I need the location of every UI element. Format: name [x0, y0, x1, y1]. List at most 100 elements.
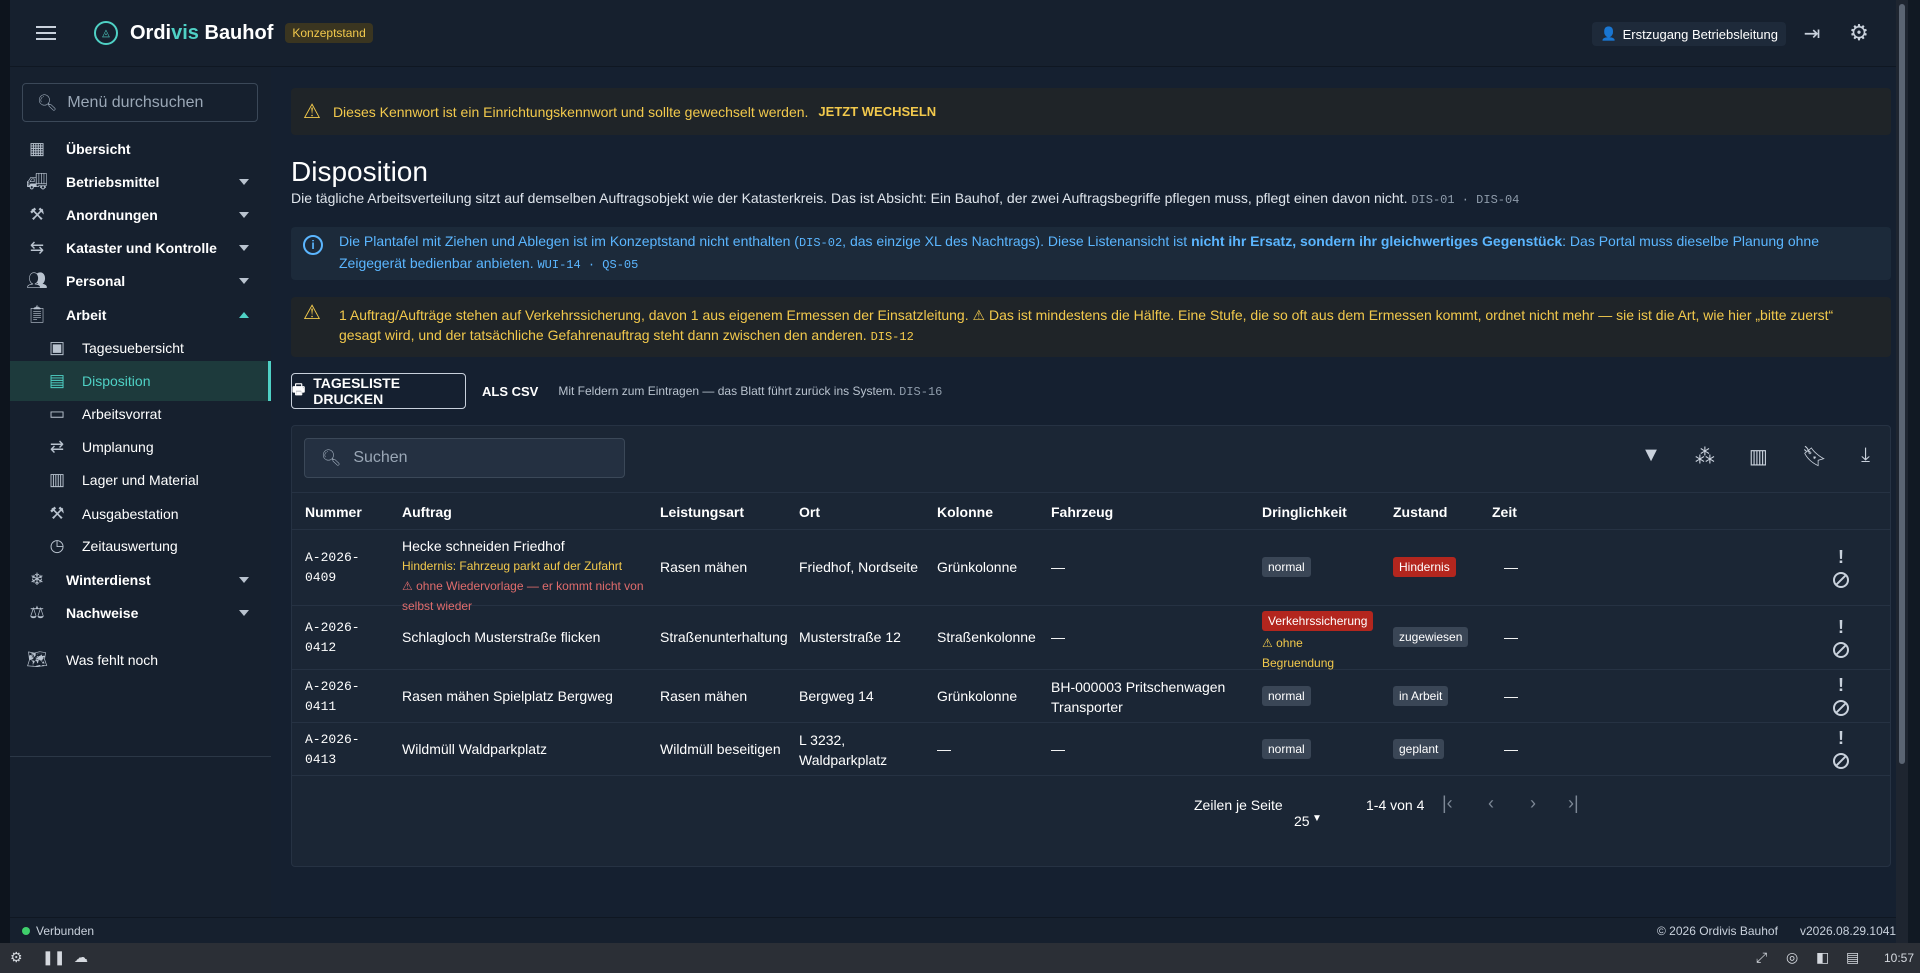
block-icon[interactable] — [1833, 642, 1849, 658]
time: — — [1504, 741, 1518, 757]
traffic-safety-warning: ⚠ 1 Auftrag/Aufträge stehen auf Verkehrs… — [291, 297, 1891, 357]
column-header[interactable]: Fahrzeug — [1051, 504, 1113, 520]
clock-icon: ◷ — [49, 536, 65, 555]
cloud-icon[interactable]: ☁ — [74, 949, 88, 966]
location: Bergweg 14 — [799, 688, 874, 704]
block-icon[interactable] — [1833, 572, 1849, 588]
app-window: ◬ Ordivis Bauhof Konzeptstand 👤 Erstzugan… — [10, 0, 1908, 943]
column-header[interactable]: Zustand — [1393, 504, 1447, 520]
password-warning-banner: ⚠ Dieses Kennwort ist ein Einrichtungske… — [291, 88, 1891, 135]
rows-per-page-label: Zeilen je Seite — [1194, 797, 1283, 813]
clipboard-icon[interactable]: ▤ — [1846, 949, 1859, 966]
service-type: Rasen mähen — [660, 559, 748, 575]
crew: Grünkolonne — [937, 688, 1018, 704]
action-bar: 🖶 TAGESLISTE DRUCKEN ALS CSV Mit Feldern … — [291, 373, 942, 409]
row-actions: ! — [1830, 546, 1852, 588]
table-row[interactable]: A-2026- 0409 Hecke schneiden Friedhof Hin… — [292, 530, 1890, 613]
status-chip: zugewiesen — [1393, 627, 1469, 647]
copyright: © 2026 Ordivis Bauhof — [1657, 924, 1778, 938]
screenshot-icon[interactable]: ◎ — [1786, 949, 1798, 966]
connection-status: Verbunden — [36, 924, 95, 938]
user-button[interactable]: 👤 Erstzugang Betriebsleitung — [1592, 22, 1786, 46]
page-title: Disposition — [291, 156, 428, 187]
person-icon: 👤 — [1600, 26, 1617, 41]
table-header: Nummer Auftrag Leistungsart Ort Kolonne … — [292, 492, 1890, 530]
columns-icon[interactable]: ▥ — [1749, 444, 1768, 469]
table-row[interactable]: A-2026- 0412 Schlagloch Musterstraße flic… — [292, 606, 1890, 670]
column-header[interactable]: Zeit — [1492, 504, 1517, 520]
block-icon[interactable] — [1833, 700, 1849, 716]
column-header[interactable]: Kolonne — [937, 504, 993, 520]
crew: Grünkolonne — [937, 559, 1018, 575]
group-icon[interactable]: ⁂ — [1695, 444, 1715, 469]
status-badge: Konzeptstand — [285, 23, 373, 43]
status-chip: Hindernis — [1393, 557, 1456, 577]
settings-icon[interactable]: ⚙ — [1846, 20, 1872, 46]
warning-icon: ⚠ — [972, 307, 986, 323]
sidebar: 🔍︎ Menü durchsuchen ▦ Übersicht 🚚︎ Betriebs… — [10, 67, 271, 917]
printer-icon: 🖶 — [292, 381, 306, 397]
menu-search-input[interactable]: 🔍︎ Menü durchsuchen — [22, 83, 258, 122]
status-footer: Verbunden © 2026 Ordivis Bauhof v2026.08… — [10, 917, 1908, 943]
bookmark-icon[interactable]: 🔖︎ — [1802, 444, 1827, 469]
block-icon[interactable] — [1833, 753, 1849, 769]
column-header[interactable]: Auftrag — [402, 504, 452, 520]
scrollbar[interactable] — [1896, 0, 1908, 943]
vehicle: BH-000003 Pritschenwagen Transporter — [1051, 679, 1226, 715]
tools-icon: ⚒ — [49, 504, 65, 523]
status-chip: in Arbeit — [1393, 686, 1449, 706]
vehicle: — — [1051, 741, 1065, 757]
brand-title: Ordivis Bauhof — [130, 21, 274, 44]
column-header[interactable]: Dringlichkeit — [1262, 504, 1347, 520]
next-page-icon[interactable]: › — [1530, 793, 1536, 814]
table-row[interactable]: A-2026- 0411 Rasen mähen Spielplatz Bergw… — [292, 670, 1890, 723]
settings-icon[interactable]: ⚙ — [10, 949, 23, 966]
split-icon[interactable]: ◧ — [1816, 949, 1829, 966]
warning-icon: ⚠ — [303, 101, 321, 123]
time: — — [1504, 688, 1518, 704]
window-edge — [0, 0, 10, 943]
column-header[interactable]: Nummer — [305, 504, 362, 520]
filter-icon[interactable]: ▼ — [1641, 444, 1661, 469]
download-icon[interactable]: ⤓ — [1861, 444, 1870, 469]
info-banner: i Die Plantafel mit Ziehen und Ablegen i… — [291, 227, 1891, 280]
order-number: A-2026- 0409 — [305, 550, 360, 585]
first-page-icon[interactable]: |‹ — [1442, 793, 1453, 814]
column-header[interactable]: Ort — [799, 504, 820, 520]
calendar-icon: ▣ — [48, 338, 66, 357]
fullscreen-icon[interactable]: ⤢ — [1756, 949, 1767, 966]
column-header[interactable]: Leistungsart — [660, 504, 744, 520]
time: — — [1504, 559, 1518, 575]
prev-page-icon[interactable]: ‹ — [1488, 793, 1494, 814]
urgency-chip: normal — [1262, 557, 1311, 577]
main-content: ⚠ Dieses Kennwort ist ein Einrichtungske… — [271, 67, 1908, 917]
csv-export-button[interactable]: ALS CSV — [482, 384, 538, 399]
last-page-icon[interactable]: ›| — [1568, 793, 1579, 814]
page-description: Die tägliche Arbeitsverteilung sitzt auf… — [291, 190, 1520, 207]
crew: — — [937, 741, 951, 757]
priority-icon[interactable]: ! — [1830, 546, 1852, 568]
table-search-input[interactable]: 🔍︎ Suchen — [304, 438, 625, 478]
sidebar-item-nachweise[interactable]: ⚖ Nachweise — [10, 593, 271, 633]
pause-icon[interactable]: ❚❚ — [42, 949, 65, 966]
logout-icon[interactable]: ⇥ — [1800, 22, 1824, 46]
archive-icon: ▥ — [48, 470, 66, 489]
chevron-down-icon — [239, 278, 249, 284]
priority-icon[interactable]: ! — [1830, 616, 1852, 638]
search-icon: 🔍︎ — [321, 450, 342, 467]
priority-icon[interactable]: ! — [1830, 674, 1852, 696]
print-daily-list-button[interactable]: 🖶 TAGESLISTE DRUCKEN — [291, 373, 466, 409]
sidebar-item-was-fehlt[interactable]: 🗺︎ Was fehlt noch — [10, 640, 271, 680]
pagination: Zeilen je Seite 25 ▼ 1-4 von 4 |‹ ‹ › ›| — [1194, 793, 1579, 829]
chevron-down-icon — [239, 212, 249, 218]
table-row[interactable]: A-2026- 0413 Wildmüll Waldparkplatz Wildm… — [292, 723, 1890, 776]
change-password-link[interactable]: JETZT WECHSELN — [818, 104, 936, 119]
order-number: A-2026- 0411 — [305, 679, 360, 714]
urgency-chip: normal — [1262, 686, 1311, 706]
gavel-icon: ⚒ — [29, 205, 45, 224]
sidebar-divider — [10, 756, 271, 757]
menu-icon[interactable] — [36, 21, 60, 45]
priority-icon[interactable]: ! — [1830, 727, 1852, 749]
status-chip: geplant — [1393, 739, 1445, 759]
service-type: Straßenunterhaltung — [660, 629, 788, 645]
